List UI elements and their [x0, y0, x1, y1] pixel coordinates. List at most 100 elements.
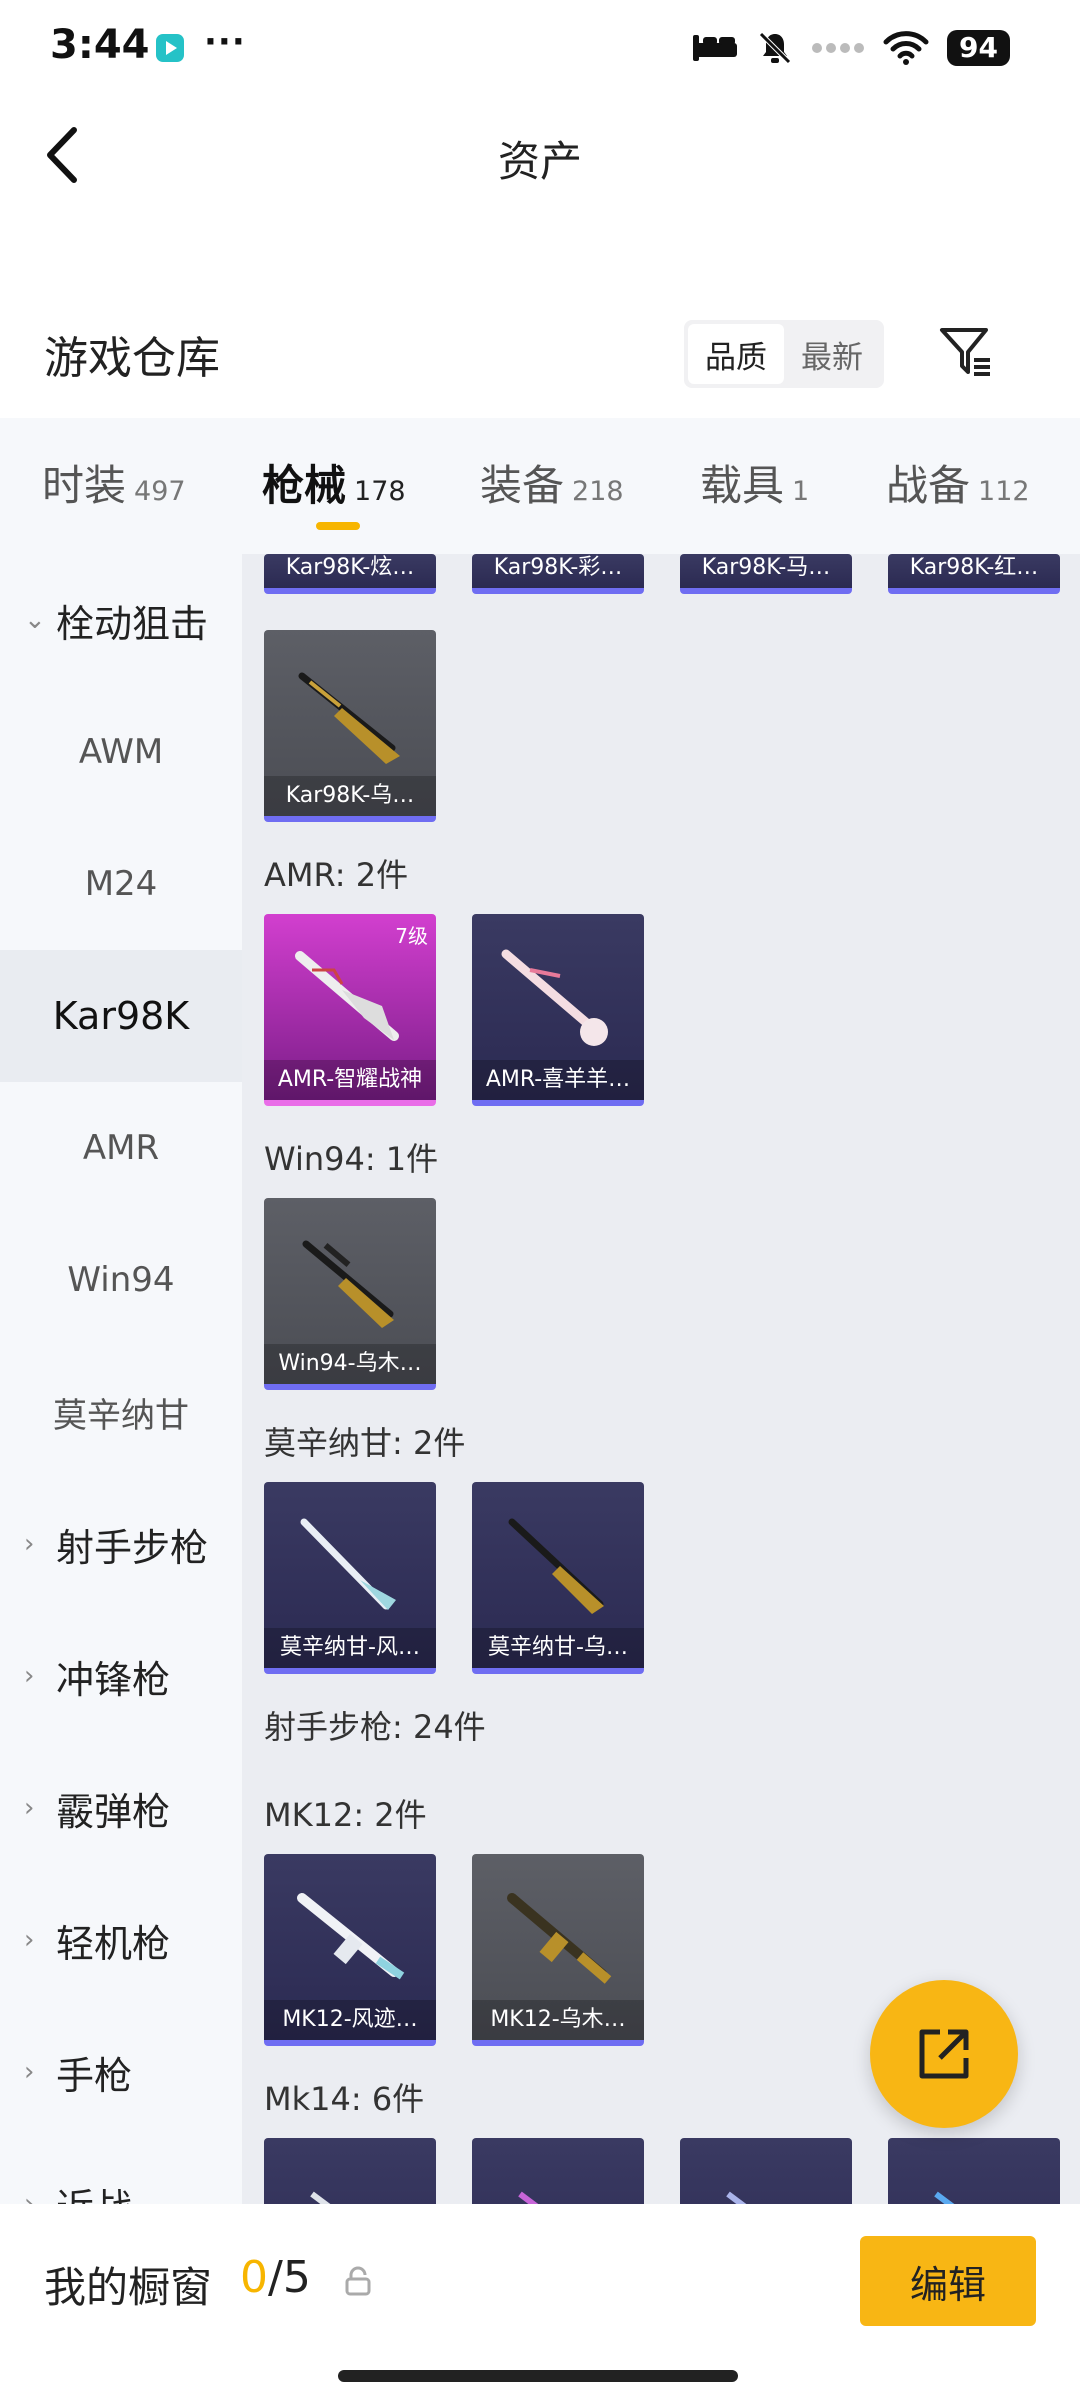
sidebar-group-dmr[interactable]: › 射手步枪	[0, 1478, 242, 1610]
item-name: AMR-智耀战神	[264, 1060, 436, 1100]
sidebar-label: 近战	[56, 2177, 132, 2205]
showcase-label: 我的橱窗	[44, 2263, 213, 2312]
sidebar-label: 轻机枪	[56, 1921, 171, 1966]
item-name: Kar98K-彩…	[493, 555, 623, 580]
sidebar-label: AMR	[82, 1128, 160, 1168]
sidebar-item-amr[interactable]: AMR	[0, 1082, 242, 1214]
item-card[interactable]: Kar98K-红…	[888, 554, 1060, 594]
section-title: 游戏仓库	[44, 333, 220, 384]
item-name: Kar98K-马…	[701, 555, 831, 580]
chevron-right-icon: ›	[24, 1793, 35, 1823]
tab-equipment[interactable]: 装备 218	[480, 452, 624, 513]
sidebar-item-win94[interactable]: Win94	[0, 1214, 242, 1346]
sidebar-label: 手枪	[56, 2053, 133, 2098]
sidebar-label: 射手步枪	[56, 1525, 209, 1570]
share-button[interactable]	[870, 1980, 1018, 2128]
rifle-icon	[518, 2191, 539, 2204]
tab-count: 497	[134, 476, 186, 507]
page-title: 资产	[497, 137, 582, 186]
item-grid: Kar98K-炫… Kar98K-彩… Kar98K-马… Kar98K-红… …	[242, 554, 1080, 2204]
item-card[interactable]: Win94-乌木…	[264, 1198, 436, 1390]
sidebar-label: 霰弹枪	[56, 1789, 171, 1834]
sidebar-label: Kar98K	[52, 994, 190, 1038]
chevron-right-icon: ›	[24, 2189, 35, 2204]
tab-label: 载具	[700, 461, 785, 510]
rifle-icon	[298, 672, 400, 764]
showcase-current: 0	[240, 2252, 268, 2303]
item-name: Kar98K-炫…	[285, 555, 415, 580]
item-card[interactable]: Kar98K-马…	[680, 554, 852, 594]
tab-guns[interactable]: 枪械 178	[262, 452, 406, 513]
item-name: Win94-乌木…	[264, 1344, 436, 1384]
item-card[interactable]: Kar98K-彩…	[472, 554, 644, 594]
sidebar-item-kar98k[interactable]: Kar98K	[0, 950, 242, 1082]
signal-dots-icon	[812, 43, 865, 53]
item-card[interactable]: AMR-喜羊羊…	[472, 914, 644, 1106]
rifle-icon	[295, 951, 399, 1041]
filter-button[interactable]	[936, 322, 996, 382]
rifle-icon	[726, 2191, 747, 2204]
sidebar-group-shotgun[interactable]: › 霰弹枪	[0, 1742, 242, 1874]
section-header-amr: AMR: 2件	[264, 856, 409, 894]
rifle-icon	[508, 1518, 604, 1614]
tab-vehicles[interactable]: 载具 1	[700, 452, 809, 513]
tab-label: 时装	[42, 461, 127, 510]
chevron-right-icon: ›	[24, 2057, 35, 2087]
item-card[interactable]: MK12-风迹…	[264, 1854, 436, 2046]
sidebar-item-m24[interactable]: M24	[0, 818, 242, 950]
section-header-dmr: 射手步枪: 24件	[264, 1708, 486, 1746]
sidebar-group-melee[interactable]: › 近战	[0, 2138, 242, 2205]
bed-icon	[693, 35, 738, 61]
rifle-icon	[310, 2191, 331, 2204]
tab-tactical[interactable]: 战备 112	[886, 452, 1030, 513]
chevron-down-icon: ⌄	[24, 605, 46, 635]
sort-option-quality[interactable]: 品质	[688, 324, 784, 384]
sidebar-group-pistol[interactable]: › 手枪	[0, 2006, 242, 2138]
item-card[interactable]	[264, 2138, 436, 2204]
sidebar-group-smg[interactable]: › 冲锋枪	[0, 1610, 242, 1742]
category-tabs: 时装 497 枪械 178 装备 218 载具 1 战备 112	[0, 418, 1080, 554]
sidebar-item-mosin[interactable]: 莫辛纳甘	[0, 1346, 242, 1478]
item-card[interactable]: 莫辛纳甘-乌…	[472, 1482, 644, 1674]
sidebar-group-bolt-sniper[interactable]: ⌄ 栓动狙击	[0, 554, 242, 686]
sidebar-label: AWM	[78, 732, 164, 772]
status-icons: 94	[691, 28, 1010, 68]
item-card[interactable]: Kar98K-炫…	[264, 554, 436, 594]
wifi-icon	[883, 31, 929, 65]
tab-fashion[interactable]: 时装 497	[42, 452, 186, 513]
screen: { "status": { "time": "3:44", "battery":…	[0, 0, 1080, 2400]
item-card[interactable]: 7级 AMR-智耀战神	[264, 914, 436, 1106]
sidebar-item-awm[interactable]: AWM	[0, 686, 242, 818]
mute-icon	[759, 32, 791, 64]
tab-label: 枪械	[262, 461, 347, 510]
edit-button[interactable]: 编辑	[860, 2236, 1036, 2326]
item-card[interactable]: Kar98K-乌…	[264, 630, 436, 822]
weapon-category-sidebar: ⌄ 栓动狙击 AWM M24 Kar98K AMR Win94 莫辛纳甘 › 射手步…	[0, 554, 242, 2204]
home-indicator	[338, 2370, 738, 2382]
item-card[interactable]: MK12-乌木…	[472, 1854, 644, 2046]
item-card[interactable]: 莫辛纳甘-风…	[264, 1482, 436, 1674]
item-card[interactable]	[472, 2138, 644, 2204]
chevron-right-icon: ›	[24, 1661, 35, 1691]
showcase-count: 0/5	[240, 2252, 311, 2303]
item-card[interactable]	[888, 2138, 1060, 2204]
sidebar-group-lmg[interactable]: › 轻机枪	[0, 1874, 242, 2006]
tab-label: 战备	[886, 461, 971, 510]
active-tab-indicator	[316, 522, 360, 530]
tab-count: 218	[572, 476, 624, 507]
item-name: Kar98K-红…	[909, 555, 1039, 580]
chevron-right-icon: ›	[24, 1529, 35, 1559]
section-header-mosin: 莫辛纳甘: 2件	[264, 1424, 466, 1462]
item-name: 莫辛纳甘-风…	[264, 1628, 436, 1668]
chevron-right-icon: ›	[24, 1925, 35, 1955]
filter-icon	[940, 328, 990, 376]
item-name: Kar98K-乌…	[264, 776, 436, 816]
section-header-win94: Win94: 1件	[264, 1140, 439, 1178]
sidebar-label: 莫辛纳甘	[53, 1395, 189, 1436]
rifle-icon	[501, 949, 608, 1046]
showcase-bar: 我的橱窗 0/5 编辑	[0, 2204, 1080, 2400]
sidebar-label: Win94	[67, 1260, 175, 1300]
item-card[interactable]	[680, 2138, 852, 2204]
section-header-mk14: Mk14: 6件	[264, 2080, 425, 2118]
sort-option-latest[interactable]: 最新	[784, 324, 880, 384]
